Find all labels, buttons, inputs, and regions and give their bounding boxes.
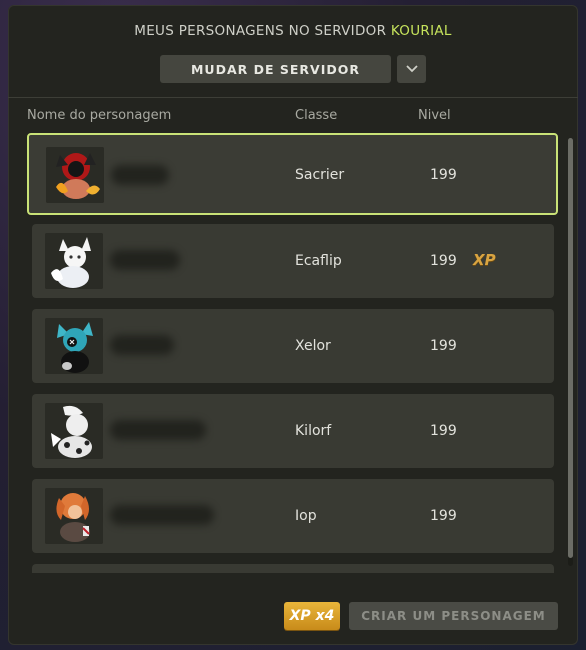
character-avatar xyxy=(45,403,103,459)
character-row[interactable] xyxy=(32,564,554,573)
character-select-panel: MEUS PERSONAGENS NO SERVIDOR KOURIAL MUD… xyxy=(8,5,578,645)
character-level: 199 xyxy=(430,508,457,524)
column-header-name: Nome do personagem xyxy=(27,108,172,123)
create-character-button[interactable]: CRIAR UM PERSONAGEM xyxy=(349,602,558,630)
header-divider xyxy=(8,97,578,98)
column-header-level: Nivel xyxy=(418,108,451,123)
character-level: 199 xyxy=(430,338,457,354)
character-row[interactable]: Kilorf 199 xyxy=(32,394,554,468)
switch-server-button[interactable]: MUDAR DE SERVIDOR xyxy=(160,55,391,83)
character-avatar xyxy=(45,488,103,544)
character-class: Ecaflip xyxy=(295,253,342,269)
character-row[interactable]: Iop 199 xyxy=(32,479,554,553)
character-avatar xyxy=(45,318,103,374)
character-class: Sacrier xyxy=(295,167,345,183)
list-scrollbar[interactable] xyxy=(568,138,573,566)
server-name: KOURIAL xyxy=(390,23,452,39)
character-class: Iop xyxy=(295,508,317,524)
character-level: 199 xyxy=(430,167,457,183)
title-prefix: MEUS PERSONAGENS NO SERVIDOR xyxy=(134,23,387,39)
character-name-redacted xyxy=(110,335,174,355)
character-name-redacted xyxy=(110,420,206,440)
character-level: 199 xyxy=(430,423,457,439)
character-row[interactable]: Sacrier 199 xyxy=(27,133,558,215)
character-row[interactable]: Ecaflip 199 XP xyxy=(32,224,554,298)
character-list[interactable]: Sacrier 199 Ecaflip 199 XP Xelor 199 Kil… xyxy=(8,131,578,573)
character-name-redacted xyxy=(110,250,180,270)
xp-bonus-badge: XP xyxy=(473,251,496,269)
scrollbar-thumb[interactable] xyxy=(568,138,573,558)
character-class: Xelor xyxy=(295,338,331,354)
character-avatar xyxy=(45,233,103,289)
xp-multiplier-button[interactable]: XP x4 xyxy=(284,602,340,630)
character-name-redacted xyxy=(111,165,169,185)
character-row[interactable]: Xelor 199 xyxy=(32,309,554,383)
chevron-down-icon xyxy=(405,65,418,73)
character-avatar xyxy=(46,147,104,203)
panel-title: MEUS PERSONAGENS NO SERVIDOR KOURIAL xyxy=(8,23,578,39)
character-class: Kilorf xyxy=(295,423,332,439)
character-level: 199 xyxy=(430,253,457,269)
server-dropdown-button[interactable] xyxy=(397,55,426,83)
column-header-class: Classe xyxy=(295,108,338,123)
character-name-redacted xyxy=(110,505,214,525)
